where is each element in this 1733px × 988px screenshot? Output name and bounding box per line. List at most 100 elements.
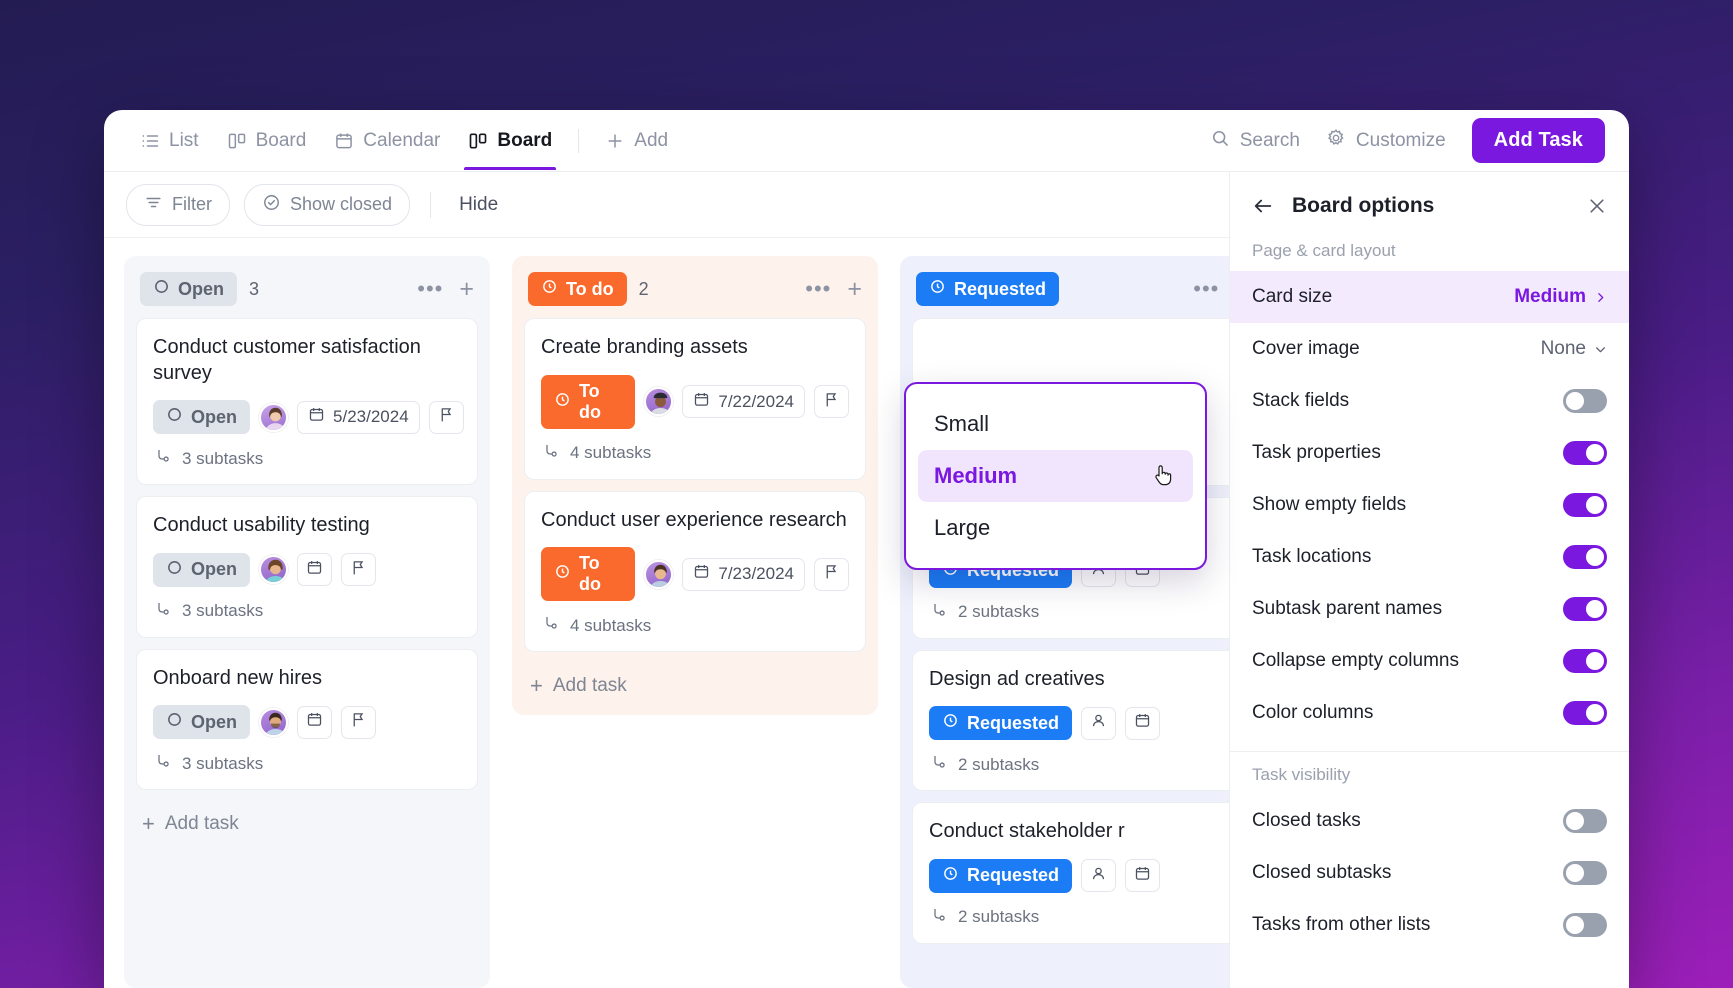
panel-row-task-locations[interactable]: Task locations (1230, 531, 1629, 583)
hide-button[interactable]: Hide (451, 194, 506, 216)
task-meta-row: Requested (929, 706, 1237, 740)
filter-button[interactable]: Filter (126, 184, 230, 226)
add-card-icon[interactable]: + (459, 280, 474, 298)
toggle-color-columns[interactable] (1563, 701, 1607, 725)
panel-row-closed-tasks[interactable]: Closed tasks (1230, 795, 1629, 847)
task-assignee[interactable] (1081, 707, 1116, 740)
calendar-icon (693, 391, 710, 413)
avatar[interactable] (644, 560, 673, 589)
toggle-knob (1586, 704, 1604, 722)
panel-row-show-empty-fields-label: Show empty fields (1252, 494, 1406, 516)
toggle-show-empty-fields[interactable] (1563, 493, 1607, 517)
card-size-option-large[interactable]: Large (918, 502, 1193, 554)
user-icon (1090, 712, 1107, 734)
task-card[interactable]: Onboard new hires Open (136, 649, 478, 791)
toggle-collapse-empty-columns[interactable] (1563, 649, 1607, 673)
task-assignee[interactable] (1081, 859, 1116, 892)
panel-row-closed-subtasks[interactable]: Closed subtasks (1230, 847, 1629, 899)
panel-row-card-size[interactable]: Card size Medium (1230, 271, 1629, 323)
column-open: Open 3 ••• + Conduct customer satisfacti… (124, 256, 490, 988)
back-arrow-icon[interactable] (1252, 195, 1274, 217)
tab-calendar[interactable]: Calendar (320, 111, 454, 170)
task-priority-flag[interactable] (429, 401, 464, 434)
toggle-task-locations[interactable] (1563, 545, 1607, 569)
task-status-label: Open (191, 407, 237, 428)
task-status-badge[interactable]: Requested (929, 859, 1072, 893)
chevron-down-icon (1594, 343, 1607, 356)
add-task-button[interactable]: Add Task (1472, 118, 1605, 163)
avatar[interactable] (259, 708, 288, 737)
search-button[interactable]: Search (1210, 128, 1300, 154)
toggle-closed-subtasks[interactable] (1563, 861, 1607, 885)
toggle-tasks-from-other-lists[interactable] (1563, 913, 1607, 937)
task-due-date[interactable]: 5/23/2024 (297, 401, 420, 434)
add-card-icon[interactable]: + (847, 280, 862, 298)
task-card[interactable]: Conduct usability testing Open (136, 496, 478, 638)
task-due-date[interactable] (1125, 859, 1160, 892)
calendar-icon (334, 131, 354, 151)
task-card[interactable]: Conduct customer satisfaction survey Ope… (136, 318, 478, 485)
add-task-todo[interactable]: + Add task (524, 663, 866, 715)
task-status-badge[interactable]: Open (153, 705, 250, 739)
task-title: Conduct customer satisfaction survey (153, 335, 461, 386)
panel-header: Board options (1230, 172, 1629, 228)
status-badge-requested[interactable]: Requested (916, 272, 1059, 306)
status-badge-todo[interactable]: To do (528, 272, 627, 306)
panel-row-show-empty-fields[interactable]: Show empty fields (1230, 479, 1629, 531)
toggle-closed-tasks[interactable] (1563, 809, 1607, 833)
customize-button[interactable]: Customize (1326, 128, 1446, 154)
task-due-date[interactable] (297, 553, 332, 586)
show-closed-button[interactable]: Show closed (244, 184, 410, 226)
panel-row-tasks-from-other-lists[interactable]: Tasks from other lists (1230, 899, 1629, 951)
avatar[interactable] (644, 387, 673, 416)
top-toolbar: List Board Calendar (104, 110, 1629, 172)
panel-row-task-properties[interactable]: Task properties (1230, 427, 1629, 479)
task-status-badge[interactable]: Open (153, 400, 250, 434)
card-size-option-small[interactable]: Small (918, 398, 1193, 450)
task-priority-flag[interactable] (341, 553, 376, 586)
task-subtasks-label: 2 subtasks (958, 907, 1039, 927)
avatar[interactable] (259, 403, 288, 432)
panel-row-card-size-value: Medium (1514, 286, 1586, 308)
task-card[interactable]: Conduct user experience research To do 7… (524, 491, 866, 653)
tab-board-2[interactable]: Board (454, 111, 566, 170)
avatar[interactable] (259, 555, 288, 584)
more-options-icon[interactable]: ••• (805, 284, 831, 294)
task-due-date[interactable] (1125, 707, 1160, 740)
task-card[interactable]: Design ad creatives Requested (912, 650, 1254, 792)
add-task-open[interactable]: + Add task (136, 801, 478, 853)
panel-row-stack-fields[interactable]: Stack fields (1230, 375, 1629, 427)
status-badge-open[interactable]: Open (140, 272, 237, 306)
task-status-badge[interactable]: To do (541, 375, 635, 429)
panel-row-closed-subtasks-label: Closed subtasks (1252, 862, 1391, 884)
task-status-badge[interactable]: Open (153, 553, 250, 587)
task-priority-flag[interactable] (814, 558, 849, 591)
add-view-button[interactable]: Add (591, 111, 682, 170)
panel-row-cover-image[interactable]: Cover image None (1230, 323, 1629, 375)
task-due-date[interactable] (297, 706, 332, 739)
plus-icon (605, 131, 625, 151)
panel-row-collapse-empty-columns[interactable]: Collapse empty columns (1230, 635, 1629, 687)
toggle-stack-fields[interactable] (1563, 389, 1607, 413)
card-size-option-medium[interactable]: Medium (918, 450, 1193, 502)
card-size-dropdown[interactable]: Small Medium Large (904, 382, 1207, 570)
task-priority-flag[interactable] (814, 385, 849, 418)
task-status-badge[interactable]: Requested (929, 706, 1072, 740)
task-card[interactable]: Conduct stakeholder r Requested (912, 802, 1254, 944)
toggle-task-properties[interactable] (1563, 441, 1607, 465)
tab-list[interactable]: List (126, 111, 213, 170)
task-priority-flag[interactable] (341, 706, 376, 739)
panel-row-subtask-parent-names[interactable]: Subtask parent names (1230, 583, 1629, 635)
close-icon[interactable] (1587, 196, 1607, 216)
more-options-icon[interactable]: ••• (1193, 284, 1219, 294)
task-due-date[interactable]: 7/22/2024 (682, 385, 805, 418)
column-open-count: 3 (249, 279, 259, 300)
toggle-subtask-parent-names[interactable] (1563, 597, 1607, 621)
task-due-date[interactable]: 7/23/2024 (682, 558, 805, 591)
panel-row-color-columns[interactable]: Color columns (1230, 687, 1629, 739)
task-status-badge[interactable]: To do (541, 547, 635, 601)
tab-board-1[interactable]: Board (213, 111, 321, 170)
more-options-icon[interactable]: ••• (417, 284, 443, 294)
circle-icon (153, 278, 170, 300)
task-card[interactable]: Create branding assets To do 7/22/2024 (524, 318, 866, 480)
